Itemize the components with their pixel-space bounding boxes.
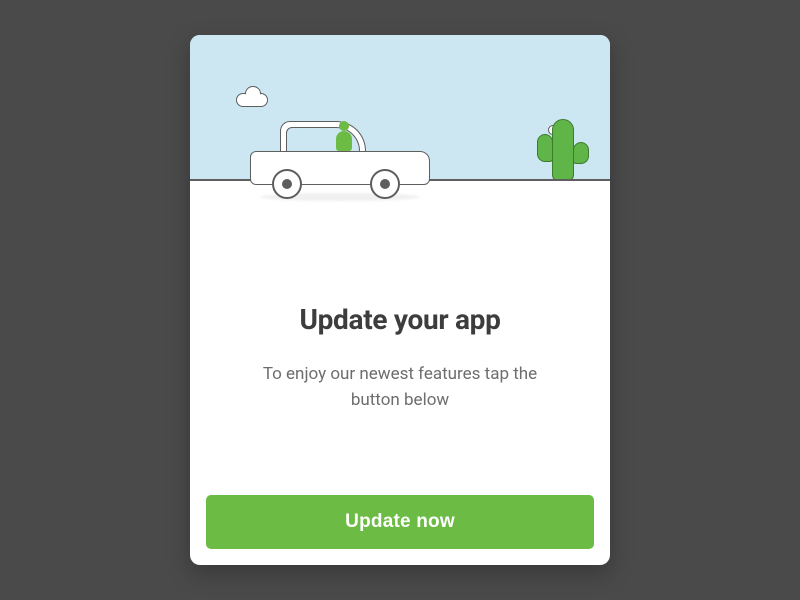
update-now-button[interactable]: Update now [206, 495, 594, 549]
driver-icon [336, 131, 352, 151]
dialog-title: Update your app [299, 303, 500, 336]
update-dialog: Update your app To enjoy our newest feat… [190, 35, 610, 565]
hero-illustration [190, 35, 610, 255]
dialog-actions: Update now [190, 495, 610, 565]
dialog-subtitle: To enjoy our newest features tap the but… [250, 362, 550, 413]
dialog-content: Update your app To enjoy our newest feat… [190, 255, 610, 495]
car-icon [250, 135, 430, 199]
cactus-icon [552, 119, 574, 181]
cloud-icon [236, 93, 268, 107]
